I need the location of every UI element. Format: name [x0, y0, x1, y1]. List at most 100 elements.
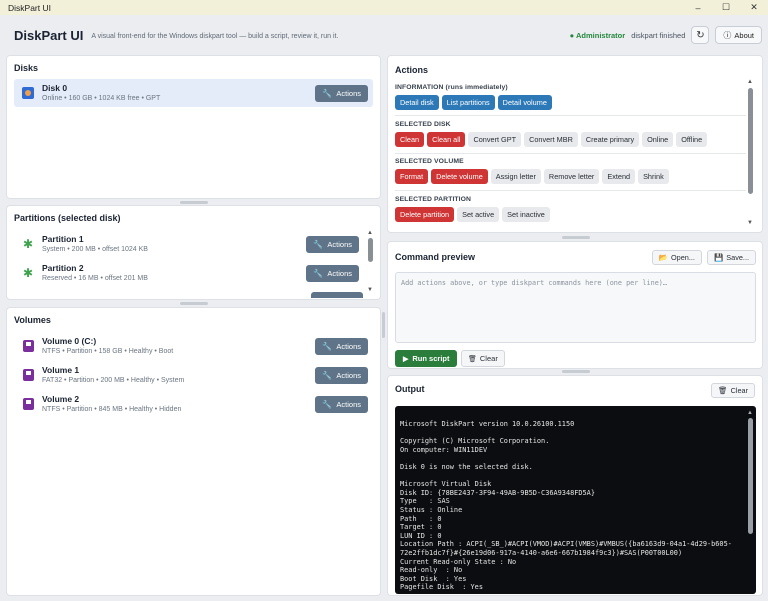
- delete-partition-button[interactable]: Delete partition: [395, 207, 455, 222]
- partition-actions-button[interactable]: 🔧 Actions: [306, 235, 359, 253]
- volume-row[interactable]: Volume 2 NTFS • Partition • 845 MB • Hea…: [14, 390, 373, 418]
- clear-output-label: Clear: [730, 386, 748, 395]
- online-button[interactable]: Online: [642, 132, 674, 147]
- actions-label: Actions: [336, 341, 361, 351]
- admin-badge: ● Administrator: [569, 30, 626, 40]
- volume-actions-button[interactable]: 🔧 Actions: [315, 395, 368, 413]
- delete-volume-button[interactable]: Delete volume: [431, 169, 488, 184]
- open-label: Open...: [671, 253, 695, 262]
- about-label: About: [734, 30, 754, 40]
- actions-title: Actions: [395, 65, 429, 75]
- volume-name: Volume 1: [42, 364, 80, 375]
- group-label: SELECTED PARTITION: [395, 196, 472, 203]
- offline-button[interactable]: Offline: [676, 132, 708, 147]
- play-icon: ▶: [403, 355, 409, 363]
- volume-meta: NTFS • Partition • 845 MB • Healthy • Hi…: [42, 405, 182, 413]
- volume-name: Volume 2: [42, 393, 80, 404]
- convert-gpt-button[interactable]: Convert GPT: [468, 132, 522, 147]
- actions-label: Actions: [336, 399, 361, 409]
- output-console[interactable]: Microsoft DiskPart version 10.0.26100.11…: [395, 406, 756, 594]
- group-label: SELECTED VOLUME: [395, 158, 464, 165]
- info-group: INFORMATION (runs immediately) Detail di…: [395, 84, 746, 110]
- partition-row[interactable]: ✱ Partition 1 System • 200 MB • offset 1…: [14, 230, 364, 258]
- scroll-up-arrow[interactable]: ▲: [747, 79, 753, 85]
- volume-row[interactable]: Volume 1 FAT32 • Partition • 200 MB • He…: [14, 361, 373, 389]
- disk-actions-button[interactable]: 🔧 Actions: [315, 84, 368, 102]
- output-title: Output: [395, 384, 425, 394]
- close-button[interactable]: ✕: [740, 0, 768, 15]
- open-button[interactable]: 📂 Open...: [651, 250, 702, 265]
- partitions-title: Partitions (selected disk): [14, 213, 121, 223]
- partition-actions-button[interactable]: 🔧 Actions: [306, 264, 359, 282]
- volume-actions-button[interactable]: 🔧 Actions: [315, 366, 368, 384]
- partition-row[interactable]: ✱ Partition 2 Reserved • 16 MB • offset …: [14, 259, 364, 287]
- wrench-icon: 🔧: [313, 268, 324, 278]
- command-textarea[interactable]: Add actions above, or type diskpart comm…: [395, 272, 756, 343]
- convert-mbr-button[interactable]: Convert MBR: [524, 132, 578, 147]
- scroll-up-arrow[interactable]: ▲: [747, 410, 753, 416]
- volume-row[interactable]: Volume 0 (C:) NTFS • Partition • 158 GB …: [14, 332, 373, 360]
- actions-label: Actions: [327, 239, 352, 249]
- scroll-down-arrow[interactable]: ▼: [747, 220, 753, 226]
- scroll-up-arrow[interactable]: ▲: [367, 230, 373, 236]
- partition-meta: System • 200 MB • offset 1024 KB: [42, 245, 148, 253]
- save-label: Save...: [726, 253, 749, 262]
- disk-name: Disk 0: [42, 82, 68, 93]
- clean-all-button[interactable]: Clean all: [427, 132, 466, 147]
- remove-letter-button[interactable]: Remove letter: [543, 169, 600, 184]
- set-active-button[interactable]: Set active: [457, 207, 500, 222]
- volume-meta: NTFS • Partition • 158 GB • Healthy • Bo…: [42, 347, 174, 355]
- volumes-title: Volumes: [14, 315, 51, 325]
- minimize-button[interactable]: –: [684, 0, 712, 15]
- actions-splitter[interactable]: [562, 236, 590, 239]
- preview-splitter[interactable]: [562, 370, 590, 373]
- preview-title: Command preview: [395, 252, 476, 262]
- partition-meta: Reserved • 16 MB • offset 201 MB: [42, 274, 148, 282]
- output-scrollbar-thumb[interactable]: [748, 418, 753, 534]
- app-title: DiskPart UI: [14, 27, 84, 43]
- volume-name: Volume 0 (C:): [42, 335, 97, 346]
- actions-panel: Actions INFORMATION (runs immediately) D…: [387, 55, 763, 233]
- volume-actions-button[interactable]: 🔧 Actions: [315, 337, 368, 355]
- floppy-icon: [20, 338, 36, 354]
- partitions-splitter[interactable]: [180, 302, 208, 305]
- volume-meta: FAT32 • Partition • 200 MB • Healthy • S…: [42, 376, 185, 384]
- partition-group: SELECTED PARTITION Delete partition Set …: [395, 196, 746, 222]
- floppy-icon: [20, 367, 36, 383]
- create-primary-button[interactable]: Create primary: [580, 132, 640, 147]
- refresh-button[interactable]: ↻: [691, 26, 710, 44]
- extend-button[interactable]: Extend: [602, 169, 636, 184]
- list-partitions-button[interactable]: List partitions: [441, 95, 495, 110]
- puzzle-icon: ✱: [22, 266, 34, 280]
- shrink-button[interactable]: Shrink: [638, 169, 669, 184]
- run-label: Run script: [412, 354, 450, 363]
- trash-icon: 🗑: [718, 386, 728, 395]
- detail-disk-button[interactable]: Detail disk: [395, 95, 439, 110]
- group-label: INFORMATION (runs immediately): [395, 84, 508, 91]
- disks-splitter[interactable]: [180, 201, 208, 204]
- set-inactive-button[interactable]: Set inactive: [502, 207, 550, 222]
- assign-letter-button[interactable]: Assign letter: [490, 169, 541, 184]
- group-label: SELECTED DISK: [395, 121, 451, 128]
- vertical-splitter[interactable]: [382, 312, 385, 338]
- clear-script-button[interactable]: 🗑 Clear: [461, 350, 505, 367]
- actions-scrollbar-thumb[interactable]: [748, 88, 753, 194]
- about-button[interactable]: ⓘ About: [715, 26, 762, 44]
- run-script-button[interactable]: ▶ Run script: [395, 350, 458, 367]
- puzzle-icon: ✱: [22, 237, 34, 251]
- partitions-scrollbar-thumb[interactable]: [368, 238, 373, 262]
- refresh-icon: ↻: [696, 29, 705, 41]
- floppy-icon: [20, 396, 36, 412]
- clean-button[interactable]: Clean: [395, 132, 425, 147]
- format-button[interactable]: Format: [395, 169, 429, 184]
- actions-label: Actions: [327, 268, 352, 278]
- save-button[interactable]: 💾 Save...: [706, 250, 756, 265]
- clear-output-button[interactable]: 🗑 Clear: [711, 383, 755, 398]
- detail-volume-button[interactable]: Detail volume: [497, 95, 552, 110]
- maximize-button[interactable]: ☐: [712, 0, 740, 15]
- disk-row[interactable]: Disk 0 Online • 160 GB • 1024 KB free • …: [14, 79, 373, 107]
- scroll-down-arrow[interactable]: ▼: [367, 287, 373, 293]
- actions-label: Actions: [336, 370, 361, 380]
- trash-icon: 🗑: [468, 355, 477, 363]
- disks-title: Disks: [14, 63, 39, 73]
